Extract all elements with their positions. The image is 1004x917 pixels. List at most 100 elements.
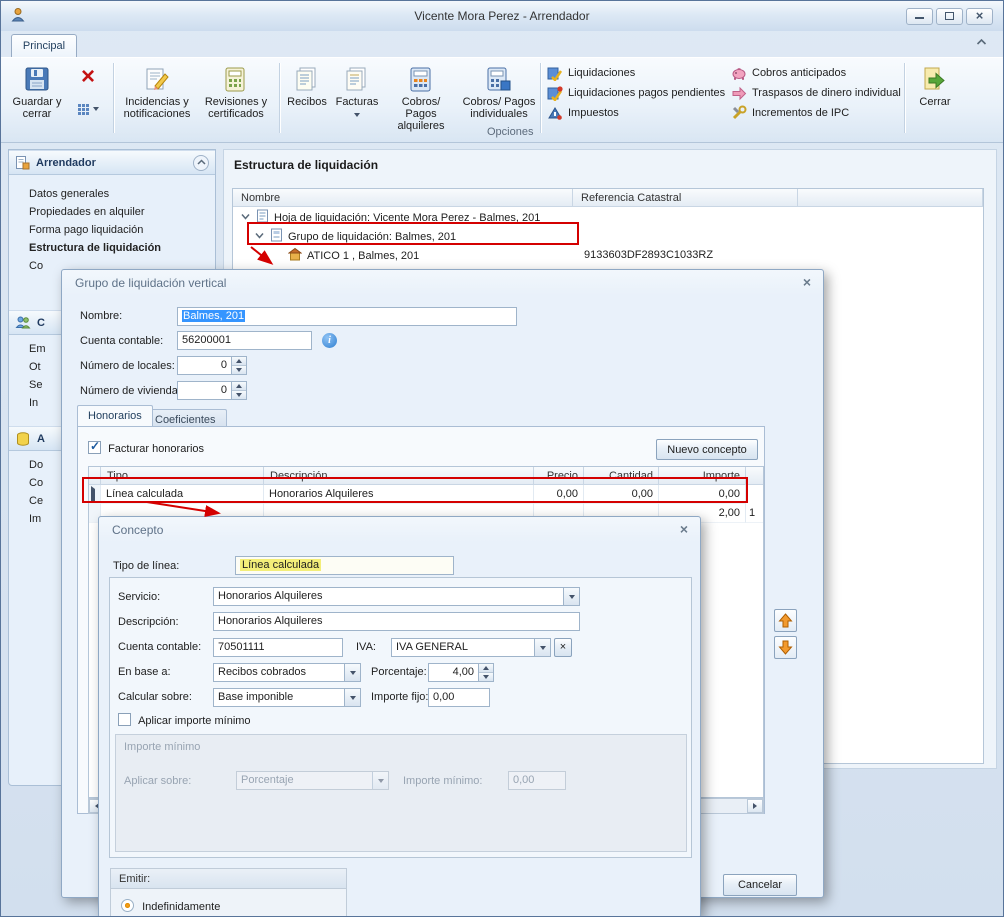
liquidaciones-label: Liquidaciones: [568, 67, 635, 79]
grid-header-partial[interactable]: [746, 467, 764, 485]
delete-button[interactable]: ×: [69, 64, 107, 96]
sidebar-item-estructura[interactable]: Estructura de liquidación: [29, 242, 161, 258]
grid-dropdown-button[interactable]: [69, 98, 107, 120]
column-header-empty[interactable]: [798, 189, 983, 207]
dialog-concepto: Concepto × Tipo de línea: Línea calculad…: [98, 516, 701, 917]
grid-cell-precio[interactable]: 0,00: [534, 485, 584, 504]
table-row[interactable]: Grupo de liquidación: Balmes, 201: [233, 227, 983, 246]
spin-down-button[interactable]: [232, 366, 246, 375]
nuevo-concepto-button[interactable]: Nuevo concepto: [656, 439, 758, 460]
dialog-close-icon[interactable]: ×: [680, 522, 688, 536]
chevron-down-icon: [354, 113, 360, 117]
traspasos-item[interactable]: Traspasos de dinero individual: [731, 84, 901, 102]
grid-cell-descripcion[interactable]: Honorarios Alquileres: [264, 485, 534, 504]
sidebar-item-datos-generales[interactable]: Datos generales: [29, 188, 109, 204]
minimize-icon: [915, 12, 924, 19]
calcular-sobre-combo[interactable]: Base imponible: [213, 688, 361, 707]
sidebar-item-partial[interactable]: Se: [29, 379, 42, 395]
cancel-button[interactable]: Cancelar: [723, 874, 797, 896]
move-down-button[interactable]: [774, 636, 797, 659]
expander-icon[interactable]: [241, 212, 250, 224]
maximize-button[interactable]: [936, 8, 963, 25]
sidebar-item-propiedades[interactable]: Propiedades en alquiler: [29, 206, 145, 222]
expander-icon[interactable]: [255, 231, 264, 243]
column-header-referencia[interactable]: Referencia Catastral: [573, 189, 798, 207]
impuestos-item[interactable]: Impuestos: [547, 104, 619, 122]
info-icon[interactable]: i: [322, 333, 337, 348]
minimize-button[interactable]: [906, 8, 933, 25]
sidebar-item-partial[interactable]: Co: [29, 260, 43, 276]
sidebar-item-partial[interactable]: Do: [29, 459, 43, 475]
spin-up-button[interactable]: [479, 664, 493, 673]
liquidaciones-pendientes-item[interactable]: Liquidaciones pagos pendientes: [547, 84, 725, 102]
column-header-nombre[interactable]: Nombre: [233, 189, 573, 207]
numero-viviendas-stepper[interactable]: 0: [177, 381, 247, 400]
spin-down-button[interactable]: [232, 391, 246, 400]
ribbon-separator: [540, 63, 541, 133]
liquidaciones-item[interactable]: Liquidaciones: [547, 64, 635, 82]
importe-fijo-input[interactable]: 0,00: [428, 688, 490, 707]
sidebar-item-partial[interactable]: Ot: [29, 361, 41, 377]
indefinidamente-radio[interactable]: Indefinidamente: [121, 899, 220, 913]
chevron-down-icon[interactable]: [534, 639, 550, 656]
sidebar-item-partial[interactable]: Em: [29, 343, 46, 359]
spin-up-button[interactable]: [232, 357, 246, 366]
grid-header-tipo[interactable]: Tipo: [101, 467, 264, 485]
cerrar-button[interactable]: Cerrar: [909, 61, 961, 135]
descripcion-input[interactable]: Honorarios Alquileres: [213, 612, 580, 631]
clear-iva-button[interactable]: ×: [554, 638, 572, 657]
aplicar-importe-minimo-checkbox[interactable]: Aplicar importe mínimo: [118, 713, 251, 727]
porcentaje-stepper[interactable]: 4,00: [428, 663, 494, 682]
chevron-down-icon[interactable]: [344, 664, 360, 681]
sidebar-group-arrendador[interactable]: Arrendador: [9, 150, 215, 175]
spin-up-button[interactable]: [232, 382, 246, 391]
nombre-input[interactable]: Balmes, 201: [177, 307, 517, 326]
collapse-group-button[interactable]: [193, 155, 209, 171]
grid-cell-partial[interactable]: 1: [746, 504, 764, 523]
table-row[interactable]: Hoja de liquidación: Vicente Mora Perez …: [233, 208, 983, 227]
move-up-button[interactable]: [774, 609, 797, 632]
table-row[interactable]: ATICO 1 , Balmes, 201 9133603DF2893C1033…: [233, 246, 983, 265]
sidebar-item-partial[interactable]: Im: [29, 513, 41, 529]
incrementos-ipc-item[interactable]: Incrementos de IPC: [731, 104, 849, 122]
sidebar-item-partial[interactable]: In: [29, 397, 38, 413]
incidencias-button[interactable]: Incidencias y notificaciones: [119, 61, 195, 135]
iva-combo[interactable]: IVA GENERAL: [391, 638, 551, 657]
spin-down-button[interactable]: [479, 673, 493, 682]
numero-locales-stepper[interactable]: 0: [177, 356, 247, 375]
row-selector[interactable]: [89, 485, 101, 504]
tipo-linea-field: Línea calculada: [235, 556, 454, 575]
chevron-down-icon[interactable]: [344, 689, 360, 706]
en-base-a-combo[interactable]: Recibos cobrados: [213, 663, 361, 682]
sidebar-item-partial[interactable]: Co: [29, 477, 43, 493]
revisiones-button[interactable]: Revisiones y certificados: [197, 61, 275, 135]
cobros-alquileres-button[interactable]: Cobros/ Pagos alquileres: [385, 61, 457, 135]
ribbon-collapse-button[interactable]: [971, 37, 991, 53]
grid-header-precio[interactable]: Precio: [534, 467, 584, 485]
grid-cell-cantidad[interactable]: 0,00: [584, 485, 659, 504]
tab-principal[interactable]: Principal: [11, 34, 77, 57]
grid-cell-importe[interactable]: 0,00: [659, 485, 746, 504]
cobros-anticipados-item[interactable]: Cobros anticipados: [731, 64, 846, 82]
numero-locales-label: Número de locales:: [80, 360, 175, 374]
scroll-right-button[interactable]: [747, 799, 763, 813]
save-close-button[interactable]: Guardar y cerrar: [9, 61, 65, 135]
facturas-button[interactable]: Facturas: [332, 61, 382, 135]
dialog-close-icon[interactable]: ×: [803, 275, 811, 289]
tab-honorarios[interactable]: Honorarios: [77, 405, 153, 426]
grid-header-descripcion[interactable]: Descripción: [264, 467, 534, 485]
sidebar-group-title: C: [37, 317, 45, 329]
sidebar-item-partial[interactable]: Ce: [29, 495, 43, 511]
sidebar-item-forma-pago[interactable]: Forma pago liquidación: [29, 224, 143, 240]
close-button[interactable]: ×: [966, 8, 993, 25]
cobros-individuales-button[interactable]: Cobros/ Pagos individuales: [461, 61, 537, 135]
cuenta-contable-input[interactable]: 56200001: [177, 331, 312, 350]
facturar-honorarios-checkbox[interactable]: Facturar honorarios: [88, 441, 204, 455]
cuenta-contable-input[interactable]: 70501111: [213, 638, 343, 657]
recibos-button[interactable]: Recibos: [284, 61, 330, 135]
grid-cell-tipo[interactable]: Línea calculada: [101, 485, 264, 504]
chevron-down-icon[interactable]: [563, 588, 579, 605]
grid-header-importe[interactable]: Importe: [659, 467, 746, 485]
servicio-combo[interactable]: Honorarios Alquileres: [213, 587, 580, 606]
grid-header-cantidad[interactable]: Cantidad: [584, 467, 659, 485]
